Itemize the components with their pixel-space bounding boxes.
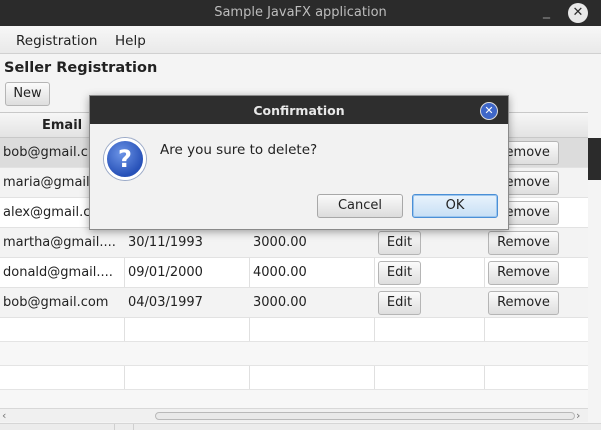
remove-button[interactable]: Remove	[488, 261, 559, 285]
column-header-email[interactable]: Email	[42, 118, 82, 133]
window-close-icon[interactable]: ✕	[568, 3, 588, 23]
date-cell: 09/01/2000	[128, 265, 203, 280]
divider	[114, 424, 134, 430]
empty-row	[0, 342, 588, 366]
date-cell: 30/11/1993	[128, 235, 203, 250]
email-cell: bob@gmail.com	[3, 295, 109, 310]
empty-row	[0, 318, 588, 342]
edit-button[interactable]: Edit	[378, 261, 421, 285]
empty-row	[0, 366, 588, 390]
confirmation-dialog: Confirmation ✕ ? Are you sure to delete?…	[89, 95, 509, 230]
remove-button[interactable]: Remove	[488, 231, 559, 255]
window-titlebar: Sample JavaFX application _ ✕	[0, 0, 601, 26]
table-row[interactable]: donald@gmail.... 09/01/2000 4000.00 Edit…	[0, 258, 588, 288]
date-cell: 04/03/1997	[128, 295, 203, 310]
remove-button[interactable]: Remove	[488, 291, 559, 315]
amount-cell: 3000.00	[253, 235, 307, 250]
amount-cell: 4000.00	[253, 265, 307, 280]
scrollbar-thumb[interactable]	[155, 412, 575, 420]
menu-registration[interactable]: Registration	[16, 33, 97, 49]
email-cell: martha@gmail....	[3, 235, 116, 250]
email-cell: donald@gmail....	[3, 265, 113, 280]
menu-bar: Registration Help	[0, 26, 601, 54]
horizontal-scrollbar[interactable]: ‹ ›	[0, 408, 588, 422]
dialog-title: Confirmation	[253, 103, 345, 118]
dialog-close-icon[interactable]: ✕	[480, 102, 498, 120]
dialog-titlebar: Confirmation ✕	[90, 96, 508, 124]
window-title: Sample JavaFX application	[214, 5, 387, 20]
table-row[interactable]: martha@gmail.... 30/11/1993 3000.00 Edit…	[0, 228, 588, 258]
edit-button[interactable]: Edit	[378, 231, 421, 255]
vertical-scrollbar[interactable]	[588, 138, 601, 180]
cancel-button[interactable]: Cancel	[317, 194, 403, 218]
scroll-right-icon[interactable]: ›	[576, 409, 580, 422]
amount-cell: 3000.00	[253, 295, 307, 310]
minimize-icon[interactable]: _	[543, 3, 555, 19]
page-title: Seller Registration	[4, 60, 158, 76]
scroll-left-icon[interactable]: ‹	[2, 409, 6, 422]
menu-help[interactable]: Help	[115, 33, 146, 49]
ok-button[interactable]: OK	[412, 194, 498, 218]
new-button[interactable]: New	[5, 82, 50, 106]
edit-button[interactable]: Edit	[378, 291, 421, 315]
dialog-message: Are you sure to delete?	[160, 142, 318, 158]
table-row[interactable]: bob@gmail.com 04/03/1997 3000.00 Edit Re…	[0, 288, 588, 318]
bottom-strip	[0, 423, 601, 430]
question-icon: ?	[104, 138, 146, 180]
